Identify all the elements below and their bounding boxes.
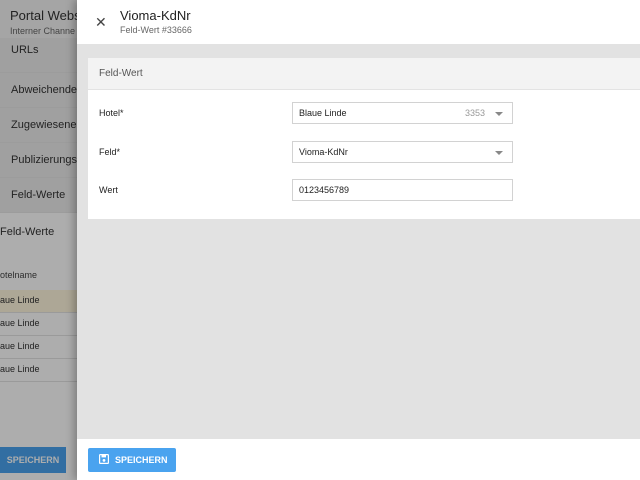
wert-label: Wert — [99, 185, 118, 195]
feld-row: Feld* Vioma-KdNr — [88, 141, 640, 163]
wert-row: Wert — [88, 179, 640, 201]
chevron-down-icon[interactable] — [495, 151, 503, 155]
edit-drawer: ✕ Vioma-KdNr Feld-Wert #33666 Feld-Wert … — [77, 0, 640, 480]
save-button[interactable]: SPEICHERN — [88, 448, 176, 472]
save-button-label: SPEICHERN — [115, 455, 168, 465]
wert-input[interactable] — [293, 180, 512, 200]
hotel-select-value: Blaue Linde — [299, 108, 347, 118]
hotel-row: Hotel* Blaue Linde 3353 — [88, 102, 640, 124]
hotel-select[interactable]: Blaue Linde 3353 — [292, 102, 513, 124]
feld-select-value: Vioma-KdNr — [299, 147, 348, 157]
chevron-down-icon[interactable] — [495, 112, 503, 116]
drawer-subtitle: Feld-Wert #33666 — [120, 25, 192, 35]
drawer-title: Vioma-KdNr — [120, 8, 191, 23]
hotel-id-hint: 3353 — [464, 108, 485, 118]
card-title: Feld-Wert — [88, 58, 640, 90]
feld-select[interactable]: Vioma-KdNr — [292, 141, 513, 163]
floppy-disk-icon — [99, 454, 109, 464]
drawer-header: ✕ Vioma-KdNr Feld-Wert #33666 — [77, 0, 640, 44]
feld-label: Feld* — [99, 147, 121, 157]
drawer-footer: SPEICHERN — [77, 439, 640, 480]
hotel-label: Hotel* — [99, 108, 124, 118]
wert-field-wrapper — [292, 179, 513, 201]
close-icon[interactable]: ✕ — [95, 14, 107, 30]
feld-wert-card: Feld-Wert Hotel* Blaue Linde 3353 Feld* … — [88, 58, 640, 219]
